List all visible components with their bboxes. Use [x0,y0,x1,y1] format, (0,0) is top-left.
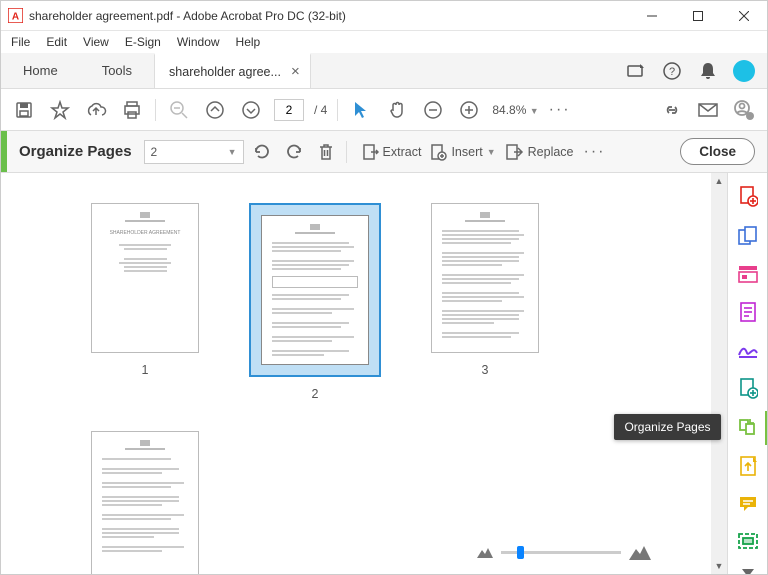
organize-title: Organize Pages [19,143,132,160]
menu-file[interactable]: File [11,35,30,49]
request-signatures-icon[interactable] [737,377,759,399]
page-thumb-3[interactable]: 3 [431,203,539,401]
user-avatar[interactable] [733,60,755,82]
minimize-button[interactable] [629,1,675,31]
close-button[interactable]: Close [680,138,755,165]
compress-icon[interactable] [737,455,759,477]
pointer-icon[interactable] [348,97,374,123]
delete-icon[interactable] [312,138,340,166]
scroll-up-icon[interactable]: ▲ [711,173,727,189]
svg-text:A: A [11,12,18,23]
print-icon[interactable] [119,97,145,123]
close-tab-icon[interactable]: × [291,64,300,79]
svg-text:?: ? [669,66,675,78]
page-label-2: 2 [312,387,319,401]
link-share-icon[interactable] [659,97,685,123]
edit-pdf-icon[interactable] [737,265,759,283]
organize-pages-tooltip: Organize Pages [614,414,720,440]
insert-button[interactable]: Insert ▼ [429,142,495,162]
vertical-scrollbar[interactable]: ▲ ▼ [711,173,727,574]
maximize-button[interactable] [675,1,721,31]
page-up-icon[interactable] [202,97,228,123]
bell-icon[interactable] [697,60,719,82]
rotate-ccw-icon[interactable] [248,138,276,166]
menu-view[interactable]: View [83,35,109,49]
tab-tools[interactable]: Tools [80,53,154,88]
menubar: File Edit View E-Sign Window Help [1,31,767,53]
organize-more-icon[interactable]: ··· [584,143,606,161]
page-select-dropdown[interactable]: 2▼ [144,140,244,164]
page-label-3: 3 [482,363,489,377]
star-icon[interactable] [47,97,73,123]
create-pdf-icon[interactable] [737,185,759,207]
email-icon[interactable] [695,97,721,123]
scan-ocr-icon[interactable] [737,531,759,551]
comment-icon[interactable] [737,495,759,513]
app-icon: A [7,8,23,24]
main-toolbar: / 4 84.8% ▼ ··· [1,89,767,131]
sign-icon[interactable] [737,341,759,359]
body-area: SHAREHOLDER AGREEMENT 1 [1,173,767,574]
tab-home[interactable]: Home [1,53,80,88]
accent-stripe [1,131,7,172]
zoom-in-icon[interactable] [456,97,482,123]
tab-document-label: shareholder agree... [169,65,281,79]
zoom-out-icon[interactable] [420,97,446,123]
small-thumb-icon [477,546,493,558]
thumbnail-size-slider[interactable] [477,544,651,560]
tab-row: Home Tools shareholder agree... × ? [1,53,767,89]
slider-handle[interactable] [517,546,524,559]
replace-button[interactable]: Replace [504,142,574,162]
zoom-level-dropdown[interactable]: 84.8% ▼ [492,103,538,117]
rotate-cw-icon[interactable] [280,138,308,166]
titlebar: A shareholder agreement.pdf - Adobe Acro… [1,1,767,31]
tab-actions: ? [625,53,767,88]
page-thumb-2[interactable]: 2 [249,203,381,401]
page-total-label: / 4 [314,103,327,117]
page-thumbnail-area[interactable]: SHAREHOLDER AGREEMENT 1 [1,173,711,574]
cloud-upload-icon[interactable] [83,97,109,123]
close-window-button[interactable] [721,1,767,31]
export-pdf-icon[interactable] [737,301,759,323]
menu-help[interactable]: Help [236,35,261,49]
scroll-down-icon[interactable]: ▼ [711,558,727,574]
page-number-input[interactable] [274,99,304,121]
app-window: A shareholder agreement.pdf - Adobe Acro… [0,0,768,575]
page-thumb-1[interactable]: SHAREHOLDER AGREEMENT 1 [91,203,199,401]
tab-document[interactable]: shareholder agree... × [154,53,311,88]
combine-files-icon[interactable] [737,225,759,247]
menu-esign[interactable]: E-Sign [125,35,161,49]
menu-window[interactable]: Window [177,35,220,49]
large-thumb-icon [629,544,651,560]
page-thumb-4[interactable] [91,431,199,574]
share-device-icon[interactable] [625,60,647,82]
extract-button[interactable]: Extract [361,142,422,162]
account-icon[interactable] [731,97,757,123]
right-tool-rail: Organize Pages [727,173,767,574]
save-icon[interactable] [11,97,37,123]
page-down-icon[interactable] [238,97,264,123]
window-title: shareholder agreement.pdf - Adobe Acroba… [29,9,629,23]
menu-edit[interactable]: Edit [46,35,67,49]
zoom-out-magnify-icon[interactable] [166,97,192,123]
organize-toolbar: Organize Pages 2▼ Extract Insert ▼ Repla… [1,131,767,173]
help-icon[interactable]: ? [661,60,683,82]
rail-expand-icon[interactable] [737,569,759,574]
page-label-1: 1 [142,363,149,377]
toolbar-more-icon[interactable]: ··· [549,101,571,119]
hand-icon[interactable] [384,97,410,123]
organize-pages-icon[interactable]: Organize Pages [737,417,759,437]
